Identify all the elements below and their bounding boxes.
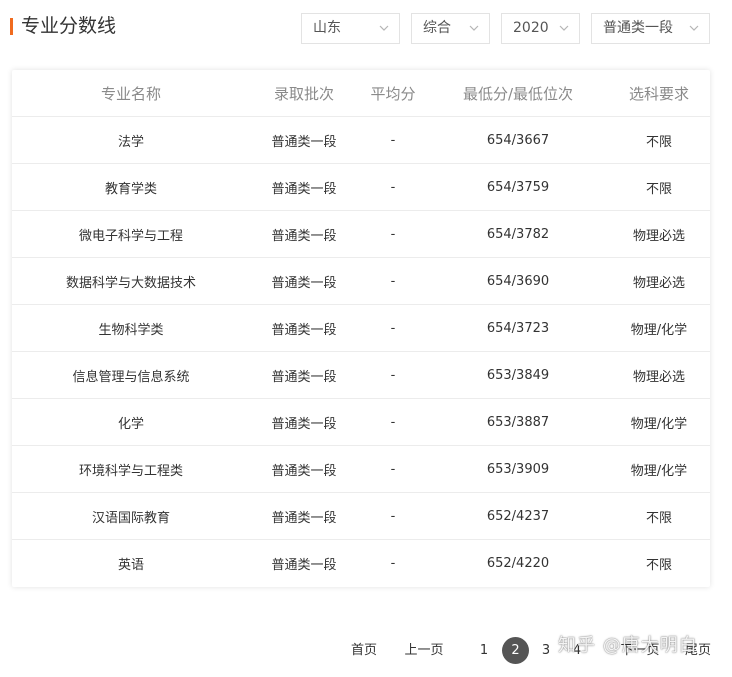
table-row: 英语 普通类一段 - 652/4220 不限	[12, 540, 710, 587]
column-header-min-score-rank: 最低分/最低位次	[462, 84, 574, 103]
table-row: 汉语国际教育 普通类一段 - 652/4237 不限	[12, 493, 710, 540]
subject-requirement: 物理必选	[632, 228, 685, 244]
admission-batch: 普通类一段	[271, 275, 337, 291]
min-score-rank: 652/4237	[486, 508, 550, 524]
admission-batch: 普通类一段	[271, 463, 337, 479]
page-number-3[interactable]: 3	[538, 636, 554, 666]
average-score: -	[390, 179, 396, 195]
min-score-rank: 653/3887	[486, 414, 550, 430]
min-score-rank: 652/4220	[486, 556, 550, 571]
average-score: -	[390, 414, 396, 430]
major-name: 生物科学类	[98, 322, 164, 338]
table-row: 法学 普通类一段 - 654/3667 不限	[12, 117, 710, 164]
year-select-value: 2020	[513, 20, 549, 36]
major-name: 汉语国际教育	[91, 510, 170, 526]
year-select[interactable]: 2020	[501, 13, 580, 44]
min-score-rank: 654/3759	[486, 179, 550, 195]
page-number-1[interactable]: 1	[476, 636, 492, 666]
major-name: 化学	[117, 416, 144, 432]
major-name: 教育学类	[104, 181, 157, 197]
page-number-4[interactable]: 4	[569, 636, 585, 666]
min-score-rank: 653/3849	[486, 367, 550, 383]
table-row: 数据科学与大数据技术 普通类一段 - 654/3690 物理必选	[12, 258, 710, 305]
chevron-down-icon	[469, 25, 479, 31]
page-title: 专业分数线	[21, 15, 117, 37]
column-header-major: 专业名称	[100, 84, 161, 103]
admission-batch: 普通类一段	[271, 416, 337, 432]
table-header-row: 专业名称 录取批次 平均分 最低分/最低位次 选科要求	[12, 70, 710, 117]
major-name: 环境科学与工程类	[78, 463, 183, 479]
major-name: 英语	[117, 558, 144, 573]
column-header-average: 平均分	[370, 84, 416, 103]
table-row: 信息管理与信息系统 普通类一段 - 653/3849 物理必选	[12, 352, 710, 399]
admission-batch: 普通类一段	[271, 228, 337, 244]
average-score: -	[390, 273, 396, 289]
province-select[interactable]: 山东	[301, 13, 400, 44]
subject-requirement: 不限	[645, 510, 672, 526]
subject-requirement: 物理必选	[632, 369, 685, 385]
average-score: -	[390, 461, 396, 477]
min-score-rank: 654/3782	[486, 226, 550, 242]
subject-requirement: 物理必选	[632, 275, 685, 291]
table-row: 微电子科学与工程 普通类一段 - 654/3782 物理必选	[12, 211, 710, 258]
column-header-subject-requirement: 选科要求	[628, 84, 689, 103]
average-score: -	[390, 132, 396, 148]
min-score-rank: 654/3723	[486, 320, 550, 336]
table-row: 生物科学类 普通类一段 - 654/3723 物理/化学	[12, 305, 710, 352]
subject-select-value: 综合	[423, 20, 451, 36]
chevron-down-icon	[379, 25, 389, 31]
average-score: -	[390, 226, 396, 242]
admission-batch: 普通类一段	[271, 369, 337, 385]
province-select-value: 山东	[313, 20, 341, 36]
average-score: -	[390, 320, 396, 336]
subject-requirement: 物理/化学	[630, 463, 688, 479]
major-name: 微电子科学与工程	[78, 228, 183, 244]
admission-batch: 普通类一段	[271, 558, 337, 573]
major-name: 法学	[117, 134, 144, 150]
table-row: 环境科学与工程类 普通类一段 - 653/3909 物理/化学	[12, 446, 710, 493]
admission-batch: 普通类一段	[271, 510, 337, 526]
min-score-rank: 653/3909	[486, 461, 550, 477]
page-number-2-current[interactable]: 2	[502, 637, 529, 664]
first-page-button[interactable]: 首页	[350, 636, 378, 666]
average-score: -	[390, 367, 396, 383]
min-score-rank: 654/3667	[486, 132, 550, 148]
column-header-batch: 录取批次	[273, 84, 334, 103]
subject-requirement: 物理/化学	[630, 416, 688, 432]
min-score-rank: 654/3690	[486, 273, 550, 289]
average-score: -	[390, 556, 396, 571]
subject-requirement: 不限	[645, 181, 672, 197]
major-name: 数据科学与大数据技术	[65, 275, 196, 291]
subject-select[interactable]: 综合	[411, 13, 490, 44]
score-table: 专业名称 录取批次 平均分 最低分/最低位次 选科要求 法学 普通类一段 - 6…	[12, 70, 710, 587]
batch-select[interactable]: 普通类一段	[591, 13, 710, 44]
subject-requirement: 物理/化学	[630, 322, 688, 338]
admission-batch: 普通类一段	[271, 322, 337, 338]
chevron-down-icon	[689, 25, 699, 31]
admission-batch: 普通类一段	[271, 181, 337, 197]
subject-requirement: 不限	[645, 134, 672, 150]
next-page-button[interactable]: 下一页	[620, 636, 660, 666]
title-accent-bar	[10, 18, 13, 35]
major-name: 信息管理与信息系统	[72, 369, 190, 385]
admission-batch: 普通类一段	[271, 134, 337, 150]
subject-requirement: 不限	[645, 558, 672, 573]
batch-select-value: 普通类一段	[603, 20, 673, 36]
pagination: 首页 上一页 1 2 3 4 下一页 尾页	[0, 636, 732, 666]
last-page-button[interactable]: 尾页	[684, 636, 712, 666]
chevron-down-icon	[559, 25, 569, 31]
table-row: 化学 普通类一段 - 653/3887 物理/化学	[12, 399, 710, 446]
average-score: -	[390, 508, 396, 524]
table-row: 教育学类 普通类一段 - 654/3759 不限	[12, 164, 710, 211]
prev-page-button[interactable]: 上一页	[404, 636, 444, 666]
